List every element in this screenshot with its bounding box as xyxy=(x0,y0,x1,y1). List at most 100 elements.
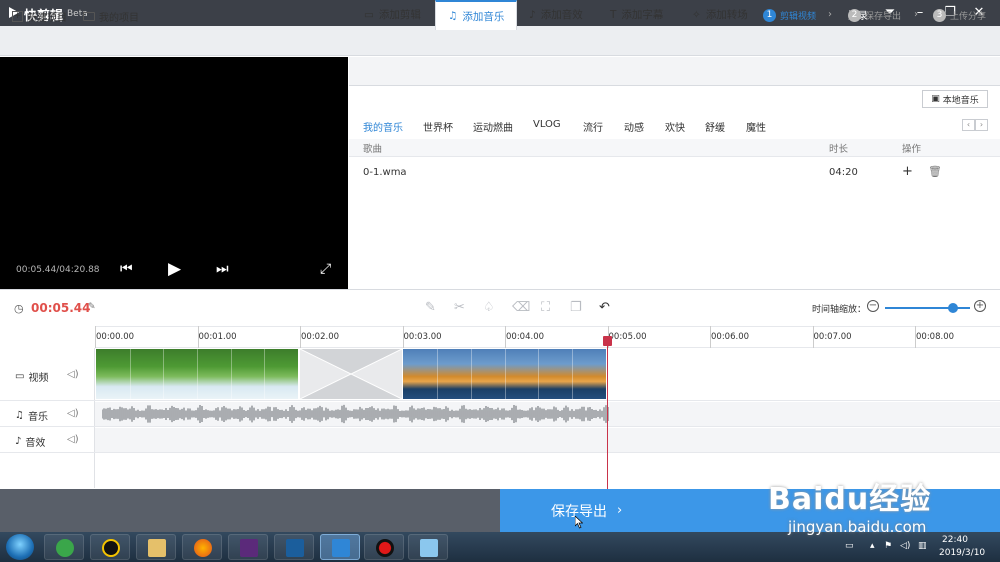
speaker-icon[interactable]: ◁) xyxy=(67,369,79,380)
category-my-music[interactable]: 我的音乐 xyxy=(363,119,403,134)
tab-label: 添加字幕 xyxy=(621,9,664,21)
track-name: 视频 xyxy=(28,373,49,384)
column-action: 操作 xyxy=(902,144,922,155)
previous-frame-icon[interactable]: ⏮ xyxy=(120,261,133,277)
song-name[interactable]: 0-1.wma xyxy=(363,167,407,178)
keyboard-tray-icon[interactable]: ▭ xyxy=(845,541,854,551)
new-project-button[interactable]: + 新建项目 xyxy=(12,9,67,24)
taskbar-app-kuaijianji-icon[interactable] xyxy=(320,534,360,560)
category-world-cup[interactable]: 世界杯 xyxy=(423,119,453,134)
network-tray-icon[interactable]: ▥ xyxy=(918,541,927,551)
my-projects-button[interactable]: 我的项目 xyxy=(83,9,139,24)
chevron-right-icon: › xyxy=(617,503,623,518)
tab-add-music[interactable]: ♫ 添加音乐 xyxy=(435,0,518,30)
video-preview[interactable] xyxy=(0,57,348,289)
ruler-tick-label: 00:00.00 xyxy=(96,332,135,342)
step-edit-video[interactable]: 1 剪辑视频 xyxy=(763,9,816,22)
track-label-sfx: ♪ 音效 xyxy=(15,434,45,449)
waveform-path xyxy=(102,404,609,424)
category-quirky[interactable]: 魔性 xyxy=(746,119,766,134)
minimize-icon[interactable]: – xyxy=(908,4,932,22)
undo-icon[interactable]: ↶ xyxy=(599,300,610,315)
taskbar-clock-date[interactable]: 2019/3/10 xyxy=(939,548,985,558)
scissors-icon[interactable]: ✂ xyxy=(454,300,465,315)
music-waveform[interactable] xyxy=(102,404,610,424)
mouse-cursor-icon xyxy=(575,516,583,529)
step-label: 保存导出 xyxy=(865,12,902,22)
taskbar-app-green-icon[interactable] xyxy=(228,534,268,560)
zoom-out-icon[interactable]: − xyxy=(867,300,879,312)
chevron-right-icon[interactable]: › xyxy=(975,119,988,131)
music-note-icon: ♫ xyxy=(15,410,24,421)
playhead-handle[interactable] xyxy=(603,336,612,346)
category-sports[interactable]: 运动燃曲 xyxy=(473,119,513,134)
track-name: 音效 xyxy=(25,438,46,449)
step-label: 剪辑视频 xyxy=(780,12,817,22)
taskbar-app-explorer-icon[interactable] xyxy=(136,534,176,560)
category-vlog[interactable]: VLOG xyxy=(533,119,561,130)
clip-frame-divider xyxy=(230,349,232,399)
current-time: 00:05.44 xyxy=(31,301,91,315)
trash-icon[interactable]: ⌫ xyxy=(512,300,530,315)
transition-icon: ✧ xyxy=(692,8,701,21)
step-upload-share[interactable]: 3 上传分享 xyxy=(933,9,986,22)
project-toolbar xyxy=(0,26,1000,56)
next-frame-icon[interactable]: ⏭ xyxy=(216,261,229,277)
bell-icon[interactable]: ♤ xyxy=(483,300,495,315)
taskbar-app-notes-icon[interactable] xyxy=(408,534,448,560)
watermark-url: jingyan.baidu.com xyxy=(788,518,927,536)
taskbar-app-video-icon[interactable] xyxy=(274,534,314,560)
step-save-export[interactable]: 2 保存导出 xyxy=(848,9,901,22)
ruler-tick-label: 00:01.00 xyxy=(198,332,237,342)
tab-add-subtitle[interactable]: T 添加字幕 xyxy=(598,0,675,29)
category-nav: ‹ › xyxy=(962,119,988,131)
ruler-tick-label: 00:05.00 xyxy=(608,332,647,342)
edit-time-icon[interactable]: ✎ xyxy=(88,302,96,312)
taskbar-app-firefox-icon[interactable] xyxy=(182,534,222,560)
fullscreen-icon[interactable]: ⤢ xyxy=(320,261,331,277)
crop-icon[interactable]: ⛶ xyxy=(541,300,550,315)
playhead-line[interactable] xyxy=(607,338,608,490)
tab-add-transition[interactable]: ✧ 添加转场 xyxy=(680,0,760,29)
flag-tray-icon[interactable]: ⚑ xyxy=(884,541,892,551)
folder-icon xyxy=(83,12,95,21)
step-number: 2 xyxy=(848,9,861,22)
speaker-icon[interactable]: ◁) xyxy=(67,408,79,419)
tab-label: 添加音乐 xyxy=(462,10,505,23)
local-music-label: 本地音乐 xyxy=(942,95,979,106)
tab-add-clip[interactable]: ▭ 添加剪辑 xyxy=(352,0,433,29)
chevron-left-icon[interactable]: ‹ xyxy=(962,119,975,131)
play-icon[interactable]: ▶ xyxy=(168,259,181,279)
song-duration: 04:20 xyxy=(829,167,858,178)
tray-expand-icon[interactable]: ▴ xyxy=(870,541,875,551)
zoom-in-icon[interactable]: + xyxy=(974,300,986,312)
tab-label: 添加转场 xyxy=(705,9,748,21)
speaker-icon[interactable]: ◁) xyxy=(67,434,79,445)
tab-bar xyxy=(349,57,1000,86)
copy-icon[interactable]: ❐ xyxy=(570,300,582,315)
chevron-right-icon: › xyxy=(914,9,918,20)
delete-song-icon[interactable]: 🗑 xyxy=(928,165,942,178)
plus-box-icon: + xyxy=(12,11,23,22)
transition-icon xyxy=(299,348,403,400)
add-song-icon[interactable]: + xyxy=(902,164,913,179)
category-pop[interactable]: 流行 xyxy=(583,119,603,134)
zoom-slider-thumb[interactable] xyxy=(948,303,958,313)
category-cheerful[interactable]: 欢快 xyxy=(665,119,685,134)
pencil-icon[interactable]: ✎ xyxy=(425,300,436,315)
category-dynamic[interactable]: 动感 xyxy=(624,119,644,134)
start-button-icon[interactable] xyxy=(6,534,34,560)
music-note-icon: ♫ xyxy=(448,10,458,22)
tab-add-sound-effect[interactable]: ♪ 添加音效 xyxy=(517,0,595,29)
transition-clip[interactable] xyxy=(299,348,403,400)
sound-effect-track[interactable] xyxy=(95,428,1000,453)
chevron-right-icon: › xyxy=(828,9,832,20)
taskbar-app-360-icon[interactable] xyxy=(44,534,84,560)
ruler-tick-label: 00:02.00 xyxy=(301,332,340,342)
category-soothing[interactable]: 舒缓 xyxy=(705,119,725,134)
my-projects-label: 我的项目 xyxy=(99,13,139,24)
taskbar-app-qq-icon[interactable] xyxy=(90,534,130,560)
volume-tray-icon[interactable]: ◁) xyxy=(900,541,910,551)
taskbar-app-record-icon[interactable] xyxy=(364,534,404,560)
local-music-button[interactable]: ▣ 本地音乐 xyxy=(922,90,988,108)
